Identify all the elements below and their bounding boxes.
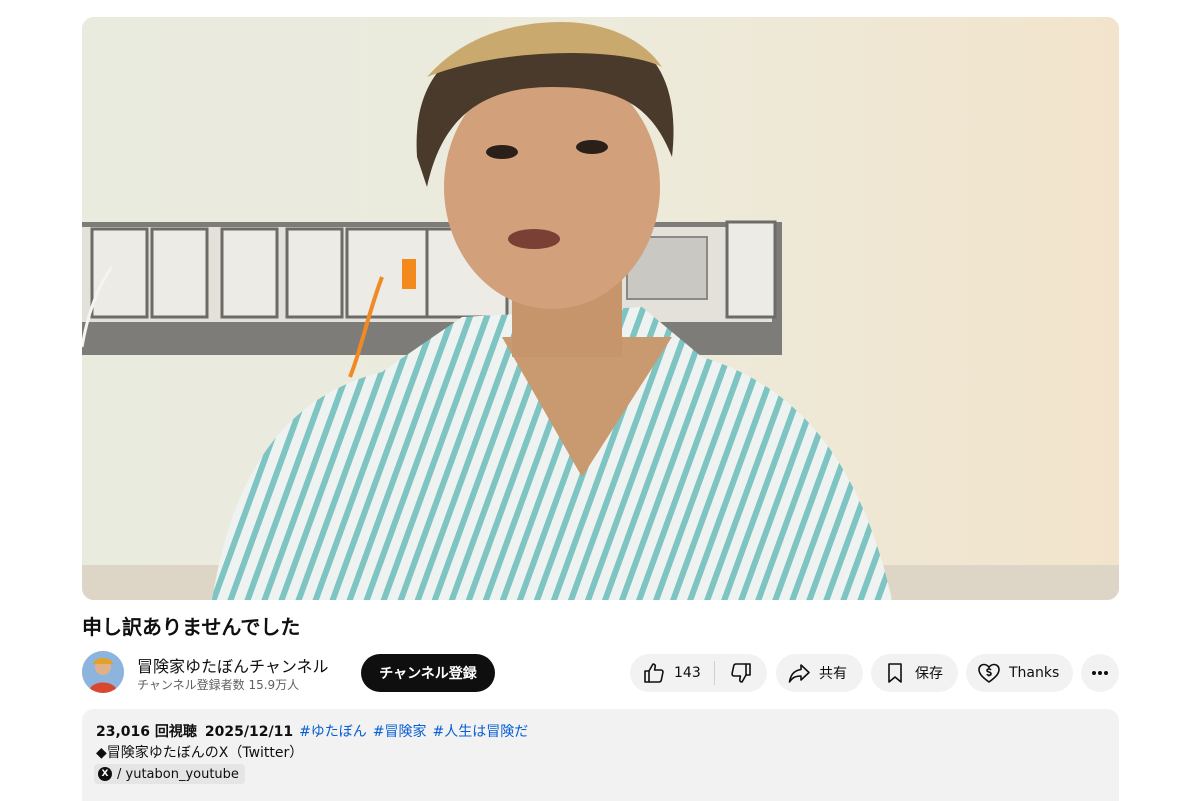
x-link-text: / yutabon_youtube bbox=[117, 766, 239, 782]
subscribe-button[interactable]: チャンネル登録 bbox=[361, 654, 495, 692]
like-dislike-group: 143 bbox=[630, 654, 767, 692]
bookmark-icon bbox=[888, 663, 902, 683]
heart-dollar-icon bbox=[978, 663, 1000, 683]
save-button[interactable]: 保存 bbox=[871, 654, 958, 692]
description-box[interactable]: 23,016 回視聴 2025/12/11 #ゆたぼん #冒険家 #人生は冒険だ ◆冒険… bbox=[82, 709, 1119, 801]
share-label: 共有 bbox=[819, 666, 847, 682]
share-button[interactable]: 共有 bbox=[776, 654, 863, 692]
thanks-label: Thanks bbox=[1009, 665, 1060, 681]
subscriber-count: チャンネル登録者数 15.9万人 bbox=[137, 678, 300, 692]
video-frame bbox=[82, 17, 1119, 600]
more-horizontal-icon bbox=[1092, 671, 1108, 675]
hashtag-link[interactable]: #ゆたぼん bbox=[299, 724, 367, 740]
like-count: 143 bbox=[674, 665, 701, 681]
dislike-button[interactable] bbox=[715, 654, 767, 692]
video-title: 申し訳ありませんでした bbox=[82, 615, 301, 639]
video-player[interactable] bbox=[82, 17, 1119, 600]
hashtag-link[interactable]: #冒険家 bbox=[373, 724, 427, 740]
view-count: 23,016 回視聴 bbox=[96, 724, 197, 740]
channel-name[interactable]: 冒険家ゆたぼんチャンネル bbox=[137, 653, 329, 677]
share-icon bbox=[788, 664, 810, 683]
hashtag-link[interactable]: #人生は冒険だ bbox=[433, 724, 529, 740]
like-button[interactable]: 143 bbox=[630, 654, 714, 692]
x-profile-link[interactable]: X / yutabon_youtube bbox=[94, 764, 245, 784]
channel-avatar[interactable] bbox=[82, 651, 124, 693]
save-label: 保存 bbox=[915, 666, 943, 682]
more-actions-button[interactable] bbox=[1081, 654, 1119, 692]
x-logo-icon: X bbox=[98, 767, 112, 781]
description-meta: 23,016 回視聴 2025/12/11 #ゆたぼん #冒険家 #人生は冒険だ bbox=[96, 721, 528, 741]
thanks-button[interactable]: Thanks bbox=[966, 654, 1073, 692]
description-text: ◆冒険家ゆたぼんのX（Twitter） bbox=[96, 745, 304, 761]
upload-date: 2025/12/11 bbox=[204, 724, 294, 740]
thumbs-down-icon bbox=[731, 663, 751, 683]
thumbs-up-icon bbox=[644, 663, 664, 683]
